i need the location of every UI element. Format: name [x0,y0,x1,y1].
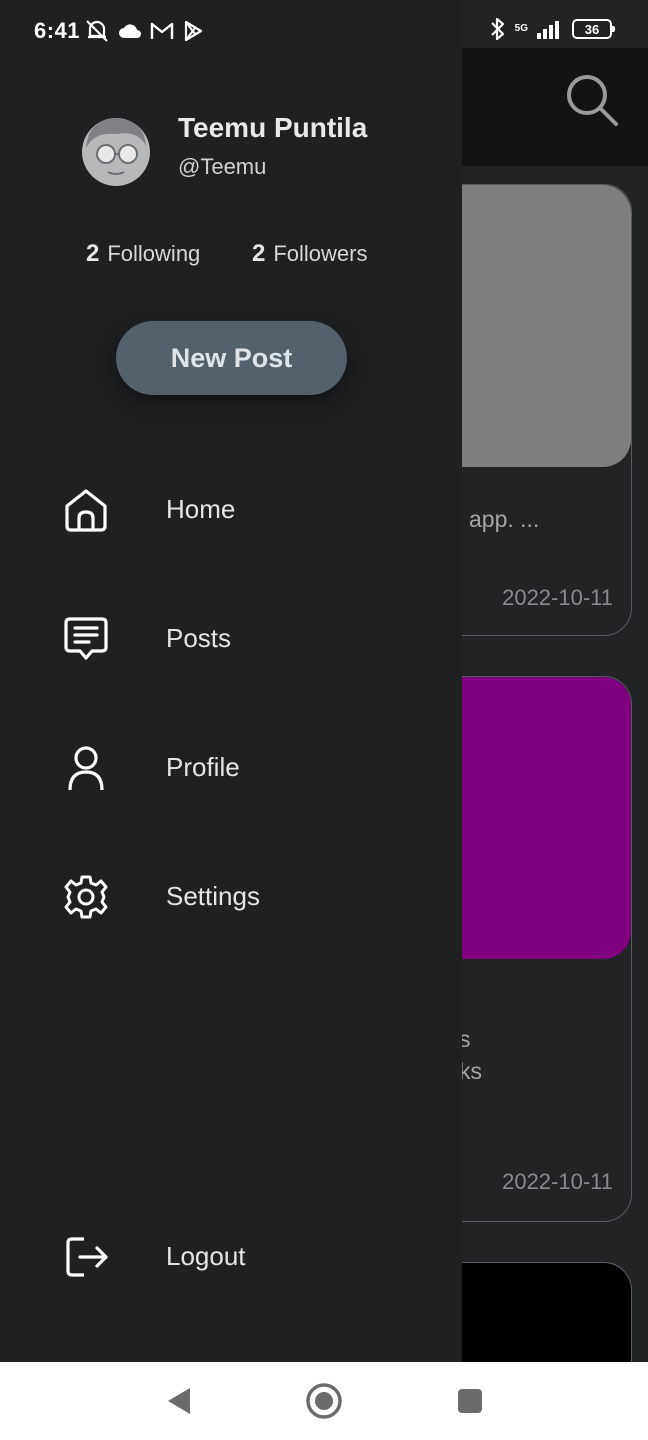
battery-indicator: 36 [572,19,615,39]
cloud-icon [119,24,141,38]
screen: app. ... 2022-10-11 s ks 2022-10-11 6:41 [0,0,648,1440]
network-type: 5G [514,23,528,34]
gmail-icon [150,22,174,39]
new-post-button[interactable]: New Post [116,321,347,395]
settings-icon [64,875,108,919]
nav-item-label: Profile [166,752,240,782]
post-text: ks [459,1058,482,1084]
post-date: 2022-10-11 [502,585,613,610]
nav-item-label: Posts [166,623,232,653]
followers-label: Followers [273,241,368,266]
system-navigation-bar [0,1362,648,1440]
followers-count: 2 [252,240,266,267]
following-stat[interactable]: 2 Following [86,240,200,268]
nav-item-settings[interactable]: Settings [0,851,462,943]
followers-stat[interactable]: 2 Followers [252,240,368,268]
post-date: 2022-10-11 [502,1169,613,1194]
nav-item-home[interactable]: Home [0,464,462,556]
following-label: Following [107,241,201,266]
search-icon[interactable] [562,70,620,128]
logout-button[interactable]: Logout [0,1211,462,1303]
muted-bell-icon [86,20,108,42]
system-status-icons: 5G 36 [489,16,615,42]
signal-icon [537,21,559,39]
nav-item-label: Home [166,494,236,524]
avatar[interactable] [80,112,152,188]
nav-item-label: Settings [166,881,260,911]
nav-item-posts[interactable]: Posts [0,593,462,685]
profile-icon [68,746,104,791]
following-count: 2 [86,240,100,267]
bluetooth-icon [490,17,504,41]
posts-icon [64,617,108,660]
nav-item-profile[interactable]: Profile [0,722,462,814]
home-icon [65,489,107,532]
home-button-icon[interactable] [303,1380,345,1422]
notification-icons [84,18,204,44]
user-handle: @Teemu [178,154,267,179]
logout-label: Logout [166,1241,246,1271]
post-text: app. ... [469,506,540,532]
play-store-icon [184,20,203,42]
status-bar: 6:41 5G 36 [0,0,648,62]
user-display-name: Teemu Puntila [178,112,368,143]
recents-icon[interactable] [449,1380,491,1422]
navigation-drawer: Teemu Puntila @Teemu 2 Following 2 Followe… [0,0,462,1362]
logout-icon [66,1237,108,1277]
status-time: 6:41 [34,18,81,43]
back-icon[interactable] [158,1380,200,1422]
